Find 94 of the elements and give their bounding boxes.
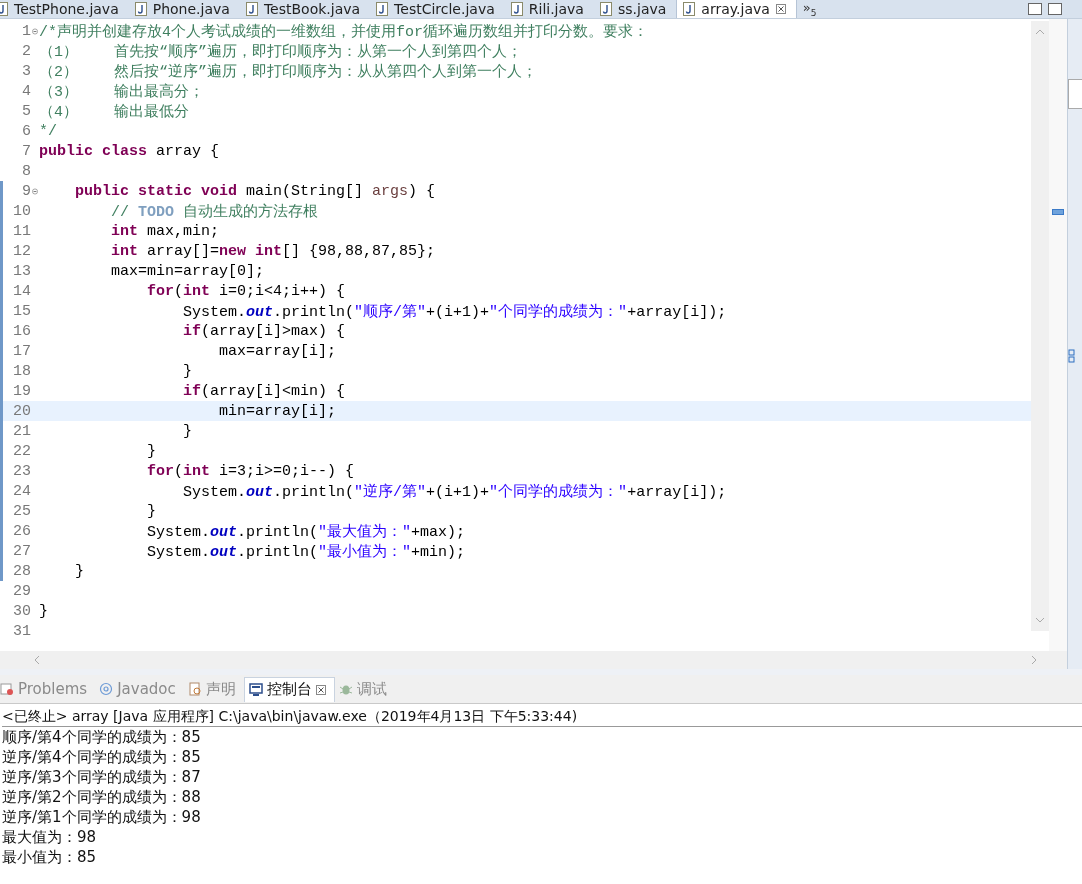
problems-icon	[0, 682, 14, 696]
java-file-icon	[245, 2, 258, 16]
console-output-line: 逆序/第3个同学的成绩为：87	[2, 767, 202, 787]
java-file-icon	[510, 2, 523, 16]
code-line: int max,min;	[110, 222, 220, 240]
line-number: 3	[21, 62, 32, 80]
editor-tab[interactable]: TestPhone.java	[0, 0, 129, 18]
close-icon[interactable]	[315, 684, 326, 695]
code-line: }	[146, 502, 157, 520]
console-output-line: 最大值为：98	[2, 827, 98, 847]
code-line: }	[182, 422, 193, 440]
code-line: }	[38, 602, 48, 620]
panel-tab[interactable]: 控制台	[243, 676, 335, 702]
code-line: （3） 输出最高分；	[38, 82, 204, 101]
editor-tab[interactable]: Phone.java	[128, 0, 240, 18]
line-number: 16	[12, 322, 32, 340]
code-line: （2） 然后按“逆序”遍历，即打印顺序为：从从第四个人到第一个人；	[38, 62, 537, 81]
overview-marker[interactable]	[1052, 209, 1064, 215]
line-number: 27	[12, 542, 32, 560]
java-file-icon	[134, 2, 147, 16]
line-number: 26	[12, 522, 32, 540]
code-line: // TODO 自动生成的方法存根	[110, 202, 319, 221]
line-number: 24	[12, 482, 32, 500]
document-icon	[187, 682, 202, 696]
editor-tab[interactable]: ss.java	[593, 0, 677, 18]
code-line: System.out.println("逆序/第"+(i+1)+"个同学的成绩为："+array[i]);	[182, 482, 727, 501]
line-number: 14	[12, 282, 32, 300]
line-number: 17	[12, 342, 32, 360]
editor-tab[interactable]: TestCircle.java	[370, 0, 505, 18]
line-number: 4	[21, 82, 32, 100]
console-output-line: 逆序/第1个同学的成绩为：98	[2, 807, 202, 827]
code-line: System.out.println("最大值为："+max);	[146, 522, 466, 541]
code-line: if(array[i]<min) {	[182, 382, 346, 400]
console-output-line: 最小值为：85	[2, 847, 98, 867]
collapse-icon[interactable]	[32, 187, 38, 195]
line-number: 12	[12, 242, 32, 260]
console-output-line: 顺序/第4个同学的成绩为：85	[2, 727, 202, 747]
code-line: public static void main(String[] args) {	[74, 182, 436, 200]
line-number: 29	[12, 582, 32, 600]
code-line: min=array[i];	[218, 402, 337, 420]
java-file-icon	[683, 2, 696, 16]
line-number: 9	[21, 182, 32, 200]
line-number: 31	[12, 622, 32, 640]
java-file-icon	[376, 2, 389, 16]
console-output-line: 逆序/第2个同学的成绩为：88	[2, 787, 202, 807]
line-number: 28	[12, 562, 32, 580]
code-line: for(int i=0;i<4;i++) {	[146, 282, 346, 300]
code-line: System.out.println("顺序/第"+(i+1)+"个同学的成绩为："+array[i]);	[182, 302, 727, 321]
line-number: 2	[21, 42, 32, 60]
code-line: for(int i=3;i>=0;i--) {	[146, 462, 355, 480]
line-number: 5	[21, 102, 32, 120]
editor-tab[interactable]: TestBook.java	[239, 0, 371, 18]
collapse-icon[interactable]	[32, 27, 38, 35]
line-number: 30	[12, 602, 32, 620]
code-line: }	[182, 362, 193, 380]
code-line: public class array {	[38, 142, 220, 160]
horizontal-scrollbar[interactable]	[0, 651, 1067, 669]
code-line: }	[146, 442, 157, 460]
code-line: （4） 输出最低分	[38, 102, 189, 121]
code-line: max=array[i];	[218, 342, 337, 360]
console-output-line: 逆序/第4个同学的成绩为：85	[2, 747, 202, 767]
code-line: System.out.println("最小值为："+min);	[146, 542, 466, 561]
code-line: /*声明并创建存放4个人考试成绩的一维数组，并使用for循环遍历数组并打印分数。要求：	[38, 22, 648, 41]
line-number: 6	[21, 122, 32, 140]
console-header: <已终止> array [Java 应用程序] C:\java\bin\javaw.exe（2019年4月13日 下午5:33:44)	[2, 706, 1082, 727]
line-number: 23	[12, 462, 32, 480]
more-tabs-button[interactable]: »$_{5}$	[796, 0, 817, 18]
line-number: 7	[21, 142, 32, 160]
line-number: 13	[12, 262, 32, 280]
line-number: 18	[12, 362, 32, 380]
line-number: 22	[12, 442, 32, 460]
line-number: 20	[12, 402, 32, 420]
code-line: int array[]=new int[] {98,88,87,85};	[110, 242, 436, 260]
line-number: 15	[12, 302, 32, 320]
code-line: */	[38, 122, 57, 140]
line-number: 1	[21, 22, 32, 40]
line-number: 21	[12, 422, 32, 440]
monitor-icon	[248, 682, 263, 697]
line-number: 10	[12, 202, 32, 220]
code-line: }	[74, 562, 84, 580]
close-icon[interactable]	[775, 4, 786, 14]
code-line: if(array[i]>max) {	[182, 322, 346, 340]
line-number: 25	[12, 502, 32, 520]
minimize-icon[interactable]	[1028, 3, 1042, 15]
line-number: 8	[21, 162, 32, 180]
code-line: （1） 首先按“顺序”遍历，即打印顺序为：从第一个人到第四个人；	[38, 42, 522, 61]
vertical-scrollbar[interactable]	[1031, 21, 1049, 631]
editor-tab[interactable]: array.java	[676, 0, 797, 18]
editor-tab[interactable]: Rili.java	[504, 0, 594, 18]
code-line: max=min=array[0];	[110, 262, 265, 280]
line-number: 19	[12, 382, 32, 400]
line-number: 11	[12, 222, 32, 240]
maximize-icon[interactable]	[1048, 3, 1062, 15]
java-file-icon	[599, 2, 612, 16]
